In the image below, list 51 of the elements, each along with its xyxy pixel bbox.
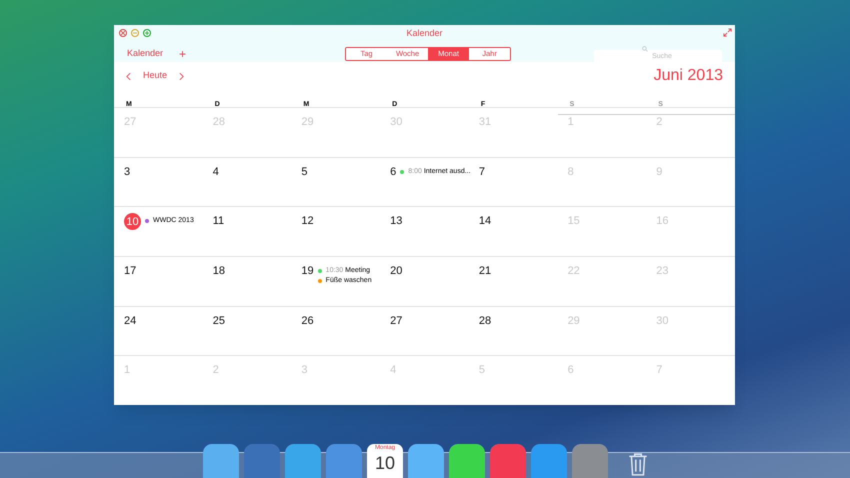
day-number: 28 xyxy=(478,314,492,329)
day-number: 18 xyxy=(212,264,225,279)
day-number: 11 xyxy=(212,214,224,230)
day-cell[interactable]: 28 xyxy=(468,306,558,356)
day-cell[interactable]: 3 xyxy=(114,156,203,206)
day-number: 6 xyxy=(390,164,396,180)
day-number: 5 xyxy=(301,164,308,180)
day-number: 19 xyxy=(301,264,314,279)
window-title: Kalender xyxy=(406,28,443,38)
zoom-icon[interactable] xyxy=(143,29,151,37)
day-cell[interactable]: 11 xyxy=(202,206,292,256)
fullscreen-icon[interactable] xyxy=(723,28,732,37)
day-number: 25 xyxy=(212,314,225,329)
day-cell[interactable]: 14 xyxy=(468,206,558,256)
today-button[interactable]: Heute xyxy=(143,69,168,83)
day-number: 21 xyxy=(478,264,492,279)
search-icon xyxy=(642,46,648,52)
day-cell[interactable]: 20 xyxy=(380,256,469,306)
next-month-icon[interactable] xyxy=(179,72,184,80)
day-cell[interactable]: 18 xyxy=(202,256,292,306)
trash-icon[interactable] xyxy=(627,452,649,476)
day-number: 27 xyxy=(390,314,402,329)
day-number: 7 xyxy=(478,164,485,180)
day-number: 24 xyxy=(124,314,136,329)
day-cell[interactable]: 13 xyxy=(380,206,469,256)
day-number: 12 xyxy=(301,214,314,230)
close-icon[interactable] xyxy=(119,29,127,37)
calendars-button[interactable]: Kalender xyxy=(127,47,164,61)
day-cell[interactable]: 12 xyxy=(291,206,380,256)
today-date: 10 xyxy=(124,213,141,230)
day-number: 13 xyxy=(390,214,402,230)
day-cell[interactable]: 24 xyxy=(114,306,203,356)
month-title: Juni 2013 xyxy=(654,66,723,86)
minimize-icon[interactable] xyxy=(131,29,139,37)
previous-month-icon[interactable] xyxy=(126,72,131,80)
day-cell[interactable]: 21 xyxy=(468,256,558,306)
day-number: 3 xyxy=(124,164,130,180)
day-cell[interactable]: 25 xyxy=(202,306,292,356)
calendar-icon-day: 10 xyxy=(374,453,396,473)
day-cell[interactable]: 17 xyxy=(114,256,203,306)
day-cell[interactable]: 5 xyxy=(291,156,380,206)
day-number: 26 xyxy=(301,314,314,329)
day-cell[interactable]: 4 xyxy=(202,156,292,206)
day-cell[interactable]: 7 xyxy=(468,156,558,206)
day-cell[interactable]: 27 xyxy=(380,306,469,356)
day-number: 20 xyxy=(390,264,402,279)
day-cell[interactable]: 26 xyxy=(291,306,380,356)
day-number: 4 xyxy=(212,164,219,180)
day-number: 14 xyxy=(478,214,492,230)
day-number: 17 xyxy=(124,264,136,279)
add-button[interactable]: + xyxy=(179,48,186,60)
